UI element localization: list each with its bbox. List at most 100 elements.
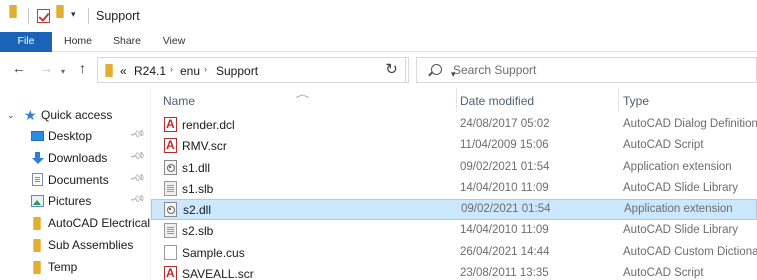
search-box[interactable]	[416, 57, 757, 83]
dll-file-icon	[164, 202, 177, 218]
pin-icon[interactable]: 📌︎	[129, 126, 146, 142]
file-name: render.dcl	[182, 118, 235, 132]
pin-icon[interactable]: 📌︎	[129, 148, 146, 164]
pin-icon[interactable]: 📌︎	[129, 191, 146, 207]
file-name: s2.slb	[182, 224, 214, 239]
sidebar-item-autocad-electrical[interactable]: AutoCAD Electrical	[0, 212, 150, 234]
new-folder-icon[interactable]	[56, 5, 64, 18]
folder-icon	[105, 64, 113, 77]
file-type: AutoCAD Custom Dictionary	[623, 245, 757, 258]
file-name: RMV.scr	[182, 139, 227, 154]
documents-icon	[32, 173, 43, 186]
sidebar-item-label: Desktop	[48, 129, 93, 143]
dll-file-icon	[164, 159, 177, 175]
file-date: 26/04/2021 14:44	[460, 245, 550, 258]
sidebar-item-sub-assemblies[interactable]: Sub Assemblies	[0, 234, 150, 256]
forward-arrow-icon[interactable]: →	[39, 61, 53, 75]
file-row[interactable]: render.dcl 24/08/2017 05:02 AutoCAD Dial…	[151, 114, 757, 135]
file-type: AutoCAD Script	[623, 139, 704, 152]
file-date: 14/04/2010 11:09	[460, 181, 549, 194]
breadcrumb-support[interactable]: Support	[216, 64, 258, 78]
file-row[interactable]: SAVEALL.scr 23/08/2011 13:35 AutoCAD Scr…	[151, 263, 757, 280]
folder-icon[interactable]	[9, 5, 17, 18]
slide-library-icon	[164, 223, 177, 239]
autocad-file-icon	[164, 117, 177, 132]
quick-access-dropdown-icon[interactable]: ▾	[71, 9, 76, 20]
file-type: AutoCAD Slide Library	[623, 224, 739, 237]
tab-home[interactable]: Home	[62, 32, 94, 52]
ribbon-tabs: File Home Share View	[0, 32, 757, 52]
column-header-type[interactable]: Type	[623, 94, 649, 108]
file-row[interactable]: RMV.scr 11/04/2009 15:06 AutoCAD Script	[151, 135, 757, 156]
sidebar-item-desktop[interactable]: Desktop 📌︎	[0, 125, 150, 147]
sidebar-item-label: Temp	[48, 260, 78, 274]
column-header-date-modified[interactable]: Date modified	[460, 94, 534, 108]
search-input[interactable]	[453, 62, 743, 78]
search-icon	[431, 64, 442, 75]
pin-icon[interactable]: 📌︎	[129, 170, 146, 186]
sidebar-item-quick-access[interactable]: ⌄ ★ Quick access	[0, 104, 150, 126]
toolbar-divider	[28, 8, 29, 24]
file-list: ︿ Name Date modified Type render.dcl 24/…	[151, 88, 757, 280]
file-name: SAVEALL.scr	[182, 267, 254, 280]
pictures-icon	[31, 195, 44, 207]
star-icon: ★	[24, 107, 37, 123]
sidebar-item-pictures[interactable]: Pictures 📌︎	[0, 190, 150, 212]
sidebar-item-downloads[interactable]: Downloads 📌︎	[0, 147, 150, 169]
generic-file-icon	[164, 244, 177, 260]
column-headers: ︿ Name Date modified Type	[151, 88, 757, 112]
breadcrumb-separator[interactable]: ›	[204, 64, 207, 74]
column-header-name[interactable]: Name	[163, 94, 195, 108]
file-rows: render.dcl 24/08/2017 05:02 AutoCAD Dial…	[151, 114, 757, 280]
file-row[interactable]: s1.slb 14/04/2010 11:09 AutoCAD Slide Li…	[151, 178, 757, 199]
file-date: 24/08/2017 05:02	[460, 118, 550, 130]
file-date: 09/02/2021 01:54	[461, 203, 551, 216]
navigation-pane: ⌄ ★ Quick access Desktop 📌︎ Downloads 📌︎…	[0, 88, 150, 280]
file-row[interactable]: Sample.cus 26/04/2021 14:44 AutoCAD Cust…	[151, 242, 757, 263]
desktop-icon	[31, 131, 44, 141]
folder-icon	[33, 261, 41, 274]
file-name: Sample.cus	[182, 245, 245, 260]
file-row[interactable]: s1.dll 09/02/2021 01:54 Application exte…	[151, 157, 757, 178]
tab-share[interactable]: Share	[111, 32, 143, 52]
back-arrow-icon[interactable]: ←	[12, 61, 26, 75]
file-date: 09/02/2021 01:54	[460, 160, 550, 173]
breadcrumb-enu[interactable]: enu	[180, 64, 200, 78]
file-date: 23/08/2011 13:35	[460, 267, 549, 280]
download-icon	[31, 152, 44, 164]
sidebar-item-temp[interactable]: Temp	[0, 256, 150, 278]
file-type: Application extension	[623, 160, 732, 173]
file-type: AutoCAD Slide Library	[623, 181, 739, 194]
autocad-file-icon	[164, 138, 177, 154]
address-overflow[interactable]: «	[120, 64, 127, 78]
title-bar: ▾ Support	[0, 0, 757, 32]
file-type: AutoCAD Dialog Definition	[623, 118, 757, 130]
up-arrow-icon[interactable]: ↑	[79, 61, 86, 75]
folder-icon	[33, 239, 41, 252]
tab-view[interactable]: View	[160, 32, 188, 52]
file-type: Application extension	[624, 203, 733, 216]
column-divider[interactable]	[618, 88, 619, 112]
sidebar-item-label: Pictures	[48, 194, 92, 208]
file-row[interactable]: s2.slb 14/04/2010 11:09 AutoCAD Slide Li…	[151, 220, 757, 241]
chevron-down-icon[interactable]: ⌄	[7, 110, 15, 121]
file-date: 11/04/2009 15:06	[460, 139, 549, 152]
sidebar-item-documents[interactable]: Documents 📌︎	[0, 169, 150, 191]
autocad-file-icon	[164, 266, 177, 280]
file-row-selected[interactable]: s2.dll 09/02/2021 01:54 Application exte…	[151, 199, 757, 221]
refresh-icon[interactable]: ↻	[378, 57, 406, 83]
sidebar-item-label: Documents	[48, 173, 109, 187]
column-divider[interactable]	[456, 88, 457, 112]
folder-icon	[33, 217, 41, 230]
properties-checkbox-icon[interactable]	[37, 9, 50, 23]
file-name: s1.slb	[182, 181, 214, 196]
sidebar-item-label: AutoCAD Electrical	[48, 216, 151, 230]
chevron-down-icon[interactable]: ▾	[61, 65, 65, 79]
address-bar[interactable]: « R24.1 › enu › Support ▾	[97, 57, 456, 83]
breadcrumb-r24-1[interactable]: R24.1	[134, 64, 166, 78]
slide-library-icon	[164, 180, 177, 196]
sidebar-item-label: Downloads	[48, 151, 108, 165]
tab-file[interactable]: File	[0, 32, 52, 52]
sidebar-item-label: Quick access	[41, 108, 113, 122]
breadcrumb-separator[interactable]: ›	[170, 64, 173, 74]
